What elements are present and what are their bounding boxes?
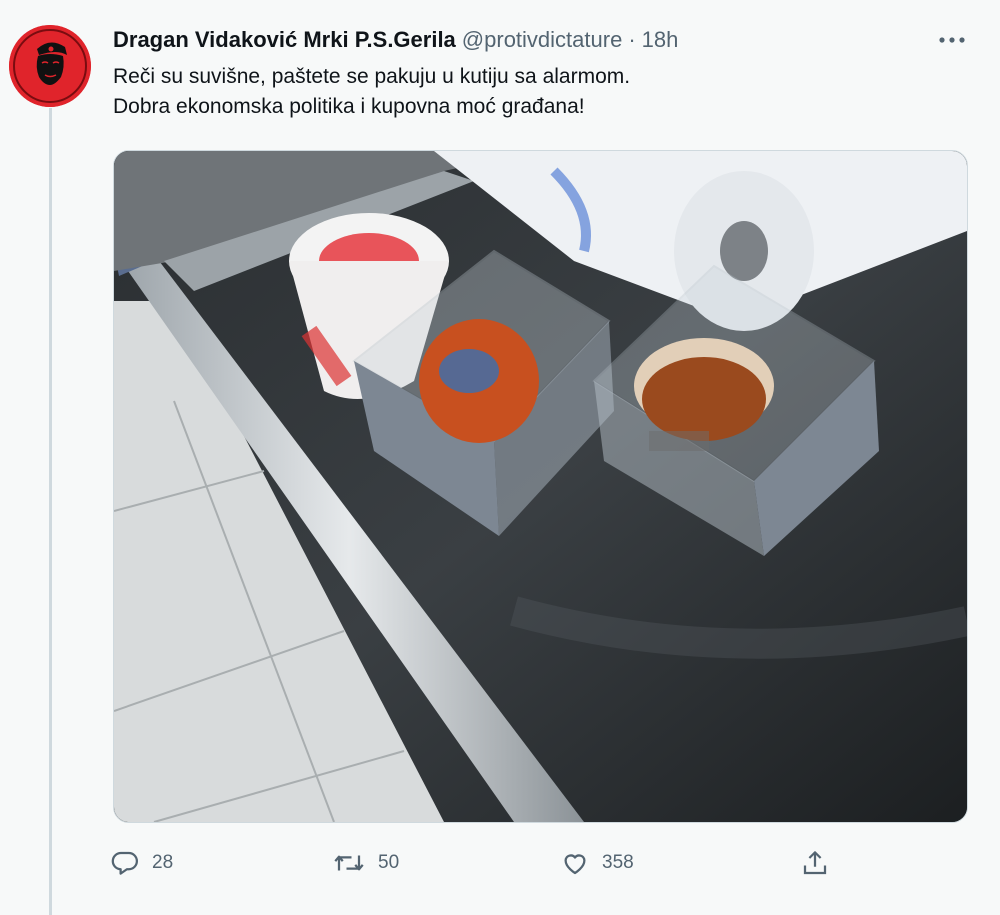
heart-icon [564,854,586,875]
che-guevara-logo-icon [9,25,91,107]
checkout-conveyor-photo [114,151,967,822]
tweet-container: Dragan Vidaković Mrki P.S.Gerila @protiv… [0,0,1000,915]
retweet-count: 50 [378,852,400,873]
tweet[interactable]: Dragan Vidaković Mrki P.S.Gerila @protiv… [0,0,1000,915]
reply-button[interactable]: 28 [110,845,173,881]
retweet-icon [334,855,364,871]
tweet-text-line: Dobra ekonomska politika i kupovna moć g… [113,95,585,118]
display-name[interactable]: Dragan Vidaković Mrki P.S.Gerila [113,27,456,53]
more-button[interactable] [934,29,970,51]
user-handle[interactable]: @protivdictature [462,27,623,53]
tweet-photo[interactable] [113,150,968,823]
tweet-text-line: Reči su suvišne, paštete se pakuju u kut… [113,65,631,88]
like-button[interactable]: 358 [560,845,634,881]
reply-icon [111,851,138,875]
timestamp[interactable]: 18h [642,27,679,53]
thread-line [49,108,52,915]
separator-dot: · [628,27,636,52]
share-icon [803,851,827,875]
tweet-header: Dragan Vidaković Mrki P.S.Gerila @protiv… [113,25,678,55]
retweet-button[interactable]: 50 [332,845,399,881]
like-count: 358 [602,852,634,873]
tweet-actions: 28 50 358 [110,845,840,881]
tweet-text: Reči su suvišne, paštete se pakuju u kut… [113,62,973,122]
share-button[interactable] [800,845,830,881]
reply-count: 28 [152,852,174,873]
more-horizontal-icon [939,37,965,43]
avatar[interactable] [9,25,91,107]
